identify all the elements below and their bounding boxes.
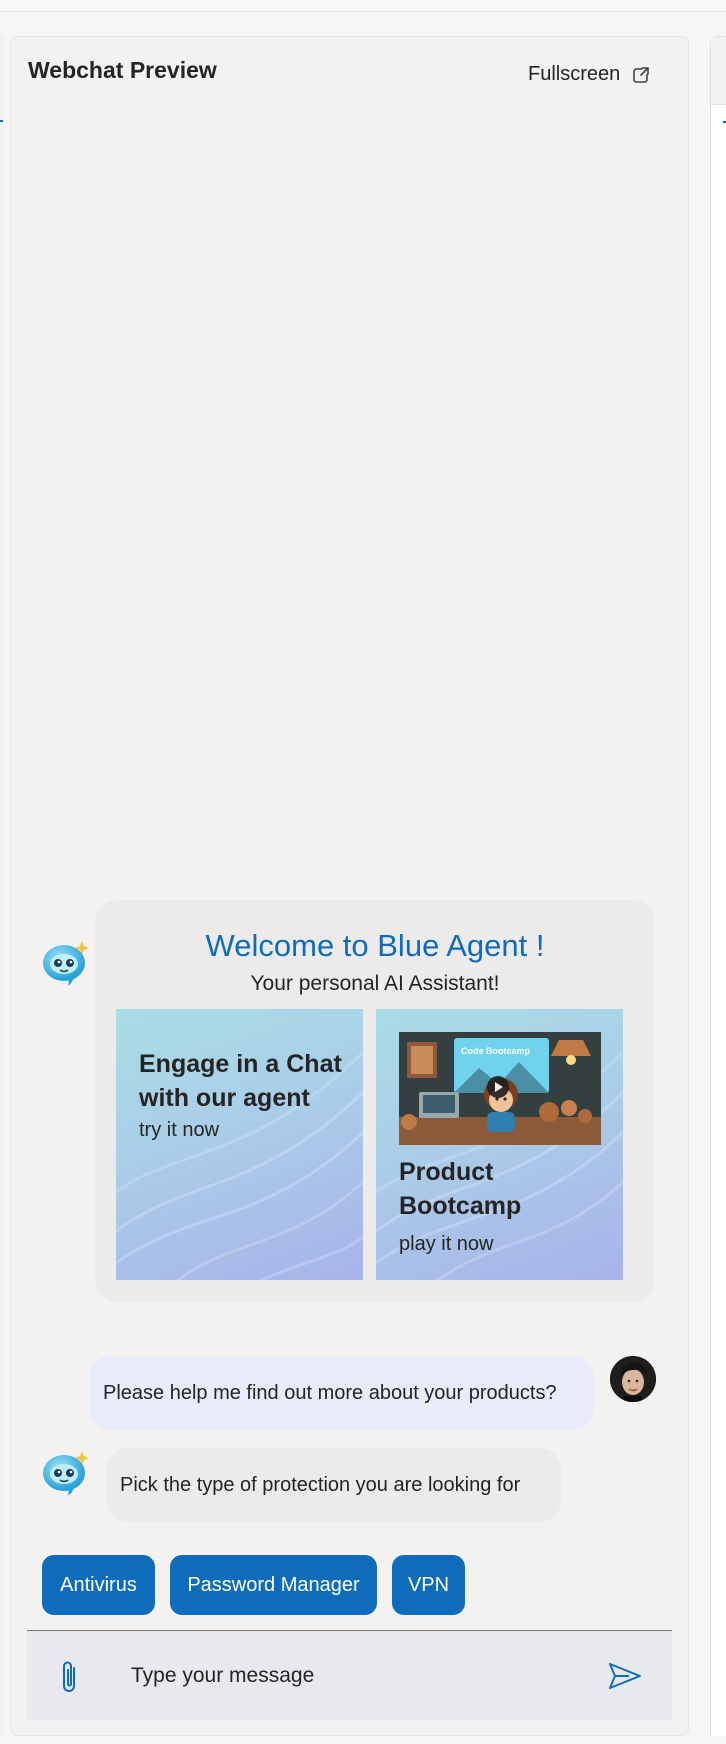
chat-tile-title: Engage in a Chat with our agent: [139, 1050, 342, 1112]
bootcamp-tile[interactable]: Code Bootcamp Product Bootcamp play it n…: [376, 1009, 623, 1280]
user-avatar: [610, 1356, 656, 1402]
welcome-card: Welcome to Blue Agent ! Your personal AI…: [95, 900, 655, 1302]
paperclip-icon[interactable]: [57, 1659, 83, 1695]
send-icon[interactable]: [607, 1661, 643, 1691]
panel-title: Webchat Preview: [28, 57, 217, 83]
welcome-subtitle: Your personal AI Assistant!: [250, 972, 500, 995]
suggestion-antivirus-button[interactable]: Antivirus: [42, 1555, 155, 1615]
message-input[interactable]: [131, 1655, 591, 1697]
user-message-text: Please help me find out more about your …: [103, 1381, 557, 1404]
thumbnail-caption: Code Bootcamp: [461, 1046, 531, 1056]
fullscreen-button[interactable]: Fullscreen: [528, 63, 651, 86]
top-bar: [0, 0, 726, 12]
chat-tile[interactable]: Engage in a Chat with our agent try it n…: [116, 1009, 363, 1280]
bootcamp-tile-title: Product Bootcamp: [399, 1158, 522, 1220]
bot-message-text: Pick the type of protection you are look…: [120, 1473, 521, 1496]
message-composer: [27, 1630, 672, 1720]
suggestion-password-manager-button[interactable]: Password Manager: [170, 1555, 377, 1615]
play-icon[interactable]: [487, 1076, 509, 1098]
right-panel-edge: [710, 36, 726, 1736]
chat-tile-action[interactable]: try it now: [139, 1119, 219, 1142]
user-message-bubble: Please help me find out more about your …: [89, 1356, 594, 1430]
welcome-title: Welcome to Blue Agent !: [205, 928, 545, 963]
user-photo: [610, 1356, 656, 1402]
bot-avatar-icon: [43, 1451, 89, 1496]
bootcamp-video-thumbnail[interactable]: Code Bootcamp: [399, 1032, 601, 1145]
left-panel-edge: [0, 36, 4, 1736]
suggestion-vpn-button[interactable]: VPN: [392, 1555, 465, 1615]
fullscreen-label: Fullscreen: [528, 63, 621, 85]
bootcamp-tile-action[interactable]: play it now: [399, 1233, 494, 1256]
external-link-icon: [633, 65, 651, 83]
bot-avatar-icon: [43, 941, 89, 986]
bot-message-bubble: Pick the type of protection you are look…: [106, 1448, 561, 1522]
